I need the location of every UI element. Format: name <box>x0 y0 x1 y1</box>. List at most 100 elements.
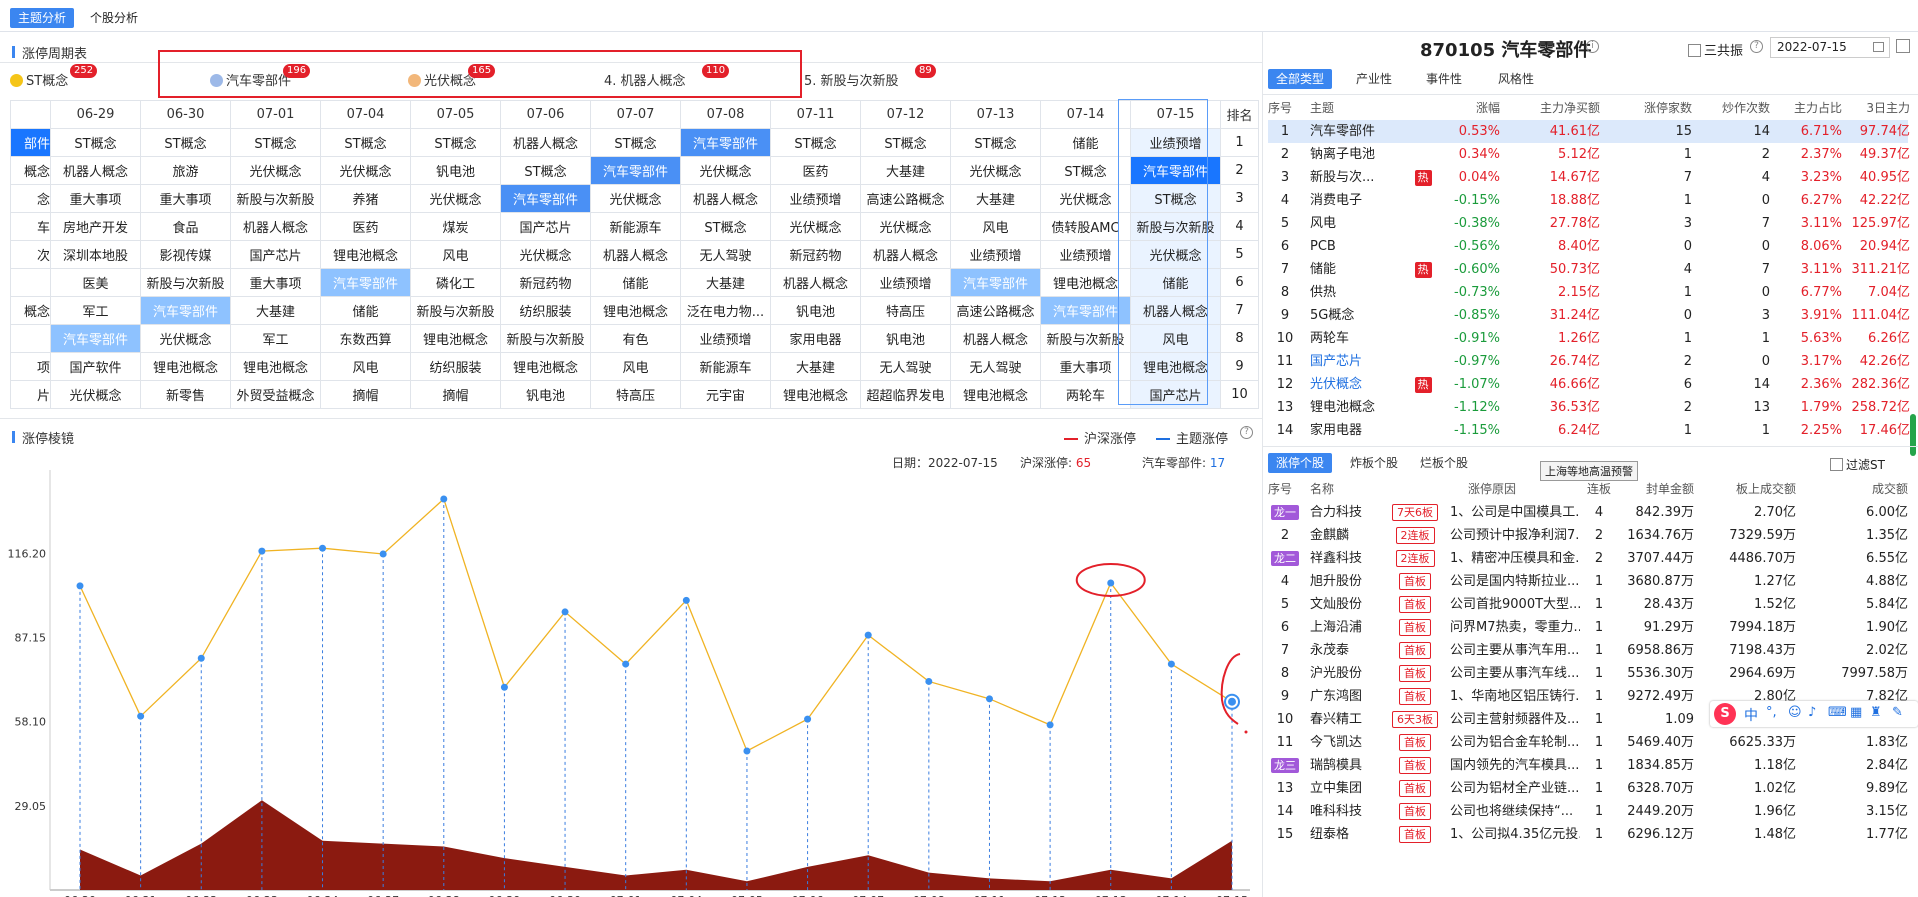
cycle-cell[interactable]: 高速公路概念 <box>950 296 1041 325</box>
data-point[interactable] <box>1046 721 1054 729</box>
cycle-cell[interactable]: 机器人概念 <box>950 324 1041 353</box>
data-point[interactable] <box>1167 660 1175 668</box>
date-header[interactable]: 07-06 <box>500 100 591 129</box>
cycle-cell[interactable]: 有色 <box>590 324 681 353</box>
sogou-s-icon[interactable]: S <box>1714 703 1736 725</box>
checkbox-icon[interactable] <box>1688 44 1701 57</box>
cycle-cell[interactable]: 储能 <box>590 268 681 297</box>
cycle-cell[interactable]: 片 <box>10 380 51 409</box>
cycle-cell[interactable]: 医美 <box>50 268 141 297</box>
stock-type-tab[interactable]: 涨停个股 <box>1268 453 1333 473</box>
cycle-cell[interactable]: 锂电池概念 <box>140 352 231 381</box>
cycle-cell[interactable]: 汽车零部件 <box>500 184 591 213</box>
cycle-cell[interactable]: 业绩预增 <box>770 184 861 213</box>
theme-type-tab[interactable]: 风格性 <box>1490 69 1542 89</box>
theme-type-tab[interactable]: 事件性 <box>1418 69 1470 89</box>
cycle-cell[interactable]: ST概念 <box>500 156 591 185</box>
cycle-cell[interactable]: 光伏概念 <box>50 380 141 409</box>
cycle-cell[interactable]: 煤炭 <box>410 212 501 241</box>
cycle-cell[interactable]: 风电 <box>950 212 1041 241</box>
cycle-cell[interactable]: 磷化工 <box>410 268 501 297</box>
cycle-cell[interactable]: ST概念 <box>50 128 141 157</box>
cycle-cell[interactable]: 机器人概念 <box>50 156 141 185</box>
cycle-cell[interactable]: 储能 <box>1040 128 1131 157</box>
cycle-cell[interactable]: 泛在电力物... <box>680 296 771 325</box>
cycle-cell[interactable]: 光伏概念 <box>140 324 231 353</box>
cycle-cell[interactable]: 家用电器 <box>770 324 861 353</box>
date-header[interactable]: 07-01 <box>230 100 321 129</box>
cycle-cell[interactable]: 国产芯片 <box>230 240 321 269</box>
column-header[interactable]: 名称 <box>1310 478 1380 501</box>
cycle-cell[interactable]: 纺织服装 <box>410 352 501 381</box>
cycle-cell[interactable]: 新股与次新股 <box>500 324 591 353</box>
cycle-cell[interactable]: 新零售 <box>140 380 231 409</box>
cycle-cell[interactable]: 光伏概念 <box>1130 240 1221 269</box>
cycle-cell[interactable]: 锂电池概念 <box>590 296 681 325</box>
cycle-cell[interactable]: ST概念 <box>1040 156 1131 185</box>
cycle-cell[interactable]: ST概念 <box>410 128 501 157</box>
stock-row[interactable]: 7 永茂泰 首板 公司主要从事汽车用... 1 6958.86万 7198.43万 2.02亿 <box>1268 639 1914 662</box>
data-point[interactable] <box>1107 579 1115 587</box>
wrench-icon[interactable]: ✎ <box>1892 705 1903 720</box>
cycle-cell[interactable]: 锂电池概念 <box>950 380 1041 409</box>
cycle-cell[interactable]: 重大事项 <box>230 268 321 297</box>
cycle-cell[interactable]: 光伏概念 <box>1040 184 1131 213</box>
stock-row[interactable]: 14 唯科科技 首板 公司也将继续保持“... 1 2449.20万 1.96亿 3.15亿 <box>1268 800 1914 823</box>
date-header[interactable] <box>10 100 51 129</box>
data-point[interactable] <box>622 660 630 668</box>
theme-row[interactable]: 7 储能热 -0.60% 50.73亿 4 7 3.11% 311.21亿 <box>1268 258 1910 281</box>
legend-theme-limit-up[interactable]: 主题涨停 <box>1156 428 1228 447</box>
data-point[interactable] <box>743 747 751 755</box>
cycle-cell[interactable]: 食品 <box>140 212 231 241</box>
theme-row[interactable]: 10 两轮车 -0.91% 1.26亿 1 1 5.63% 6.26亿 <box>1268 327 1910 350</box>
column-header[interactable]: 连板 <box>1584 478 1614 501</box>
cycle-cell[interactable]: 光伏概念 <box>950 156 1041 185</box>
cycle-cell[interactable]: 元宇宙 <box>680 380 771 409</box>
cycle-cell[interactable]: 深圳本地股 <box>50 240 141 269</box>
cycle-cell[interactable]: 机器人概念 <box>500 128 591 157</box>
column-header[interactable]: 板上成交额 <box>1696 478 1796 501</box>
cycle-cell[interactable]: 光伏概念 <box>500 240 591 269</box>
cycle-cell[interactable]: 机器人概念 <box>590 240 681 269</box>
cycle-cell[interactable]: 机器人概念 <box>1130 296 1221 325</box>
scrollbar-thumb[interactable] <box>1910 414 1916 456</box>
cycle-cell[interactable]: 风电 <box>590 352 681 381</box>
cycle-cell[interactable]: ST概念 <box>590 128 681 157</box>
cycle-cell[interactable]: 业绩预增 <box>860 268 951 297</box>
popout-icon[interactable] <box>1896 39 1910 53</box>
data-point[interactable] <box>561 608 569 616</box>
stock-row[interactable]: 龙二 祥鑫科技 2连板 1、精密冲压模具和金... 2 3707.44万 4486.70万 6… <box>1268 547 1914 570</box>
cycle-cell[interactable]: 储能 <box>1130 268 1221 297</box>
keyboard-icon[interactable]: ⌨ <box>1828 705 1847 720</box>
column-header[interactable]: 主力占比 <box>1768 97 1842 120</box>
cycle-cell[interactable]: 重大事项 <box>140 184 231 213</box>
data-point[interactable] <box>500 683 508 691</box>
cycle-cell[interactable]: ST概念 <box>1130 184 1221 213</box>
stock-row[interactable]: 11 今飞凯达 首板 公司为铝合金车轮制... 1 5469.40万 6625.33万 1.8… <box>1268 731 1914 754</box>
date-header[interactable]: 07-05 <box>410 100 501 129</box>
date-header[interactable]: 07-08 <box>680 100 771 129</box>
punctuation-icon[interactable]: °, <box>1766 705 1777 720</box>
date-picker[interactable]: 2022-07-15 <box>1770 37 1890 58</box>
cycle-cell[interactable]: 光伏概念 <box>230 156 321 185</box>
cycle-cell[interactable]: 光伏概念 <box>590 184 681 213</box>
filter-st-checkbox[interactable]: 过滤ST <box>1830 456 1885 473</box>
cycle-cell[interactable]: 钒电池 <box>500 380 591 409</box>
ime-mode-label[interactable]: 中 <box>1744 705 1758 725</box>
cycle-cell[interactable]: 新冠药物 <box>500 268 591 297</box>
cycle-cell[interactable]: 汽车零部件 <box>1040 296 1131 325</box>
cycle-cell[interactable]: ST概念 <box>860 128 951 157</box>
date-header[interactable]: 07-04 <box>320 100 411 129</box>
date-header[interactable]: 07-14 <box>1040 100 1131 129</box>
date-header[interactable]: 07-15 <box>1130 100 1221 129</box>
column-header[interactable]: 序号 <box>1268 478 1300 501</box>
cycle-cell[interactable]: 国产芯片 <box>1130 380 1221 409</box>
theme-row[interactable]: 12 光伏概念热 -1.07% 46.66亿 6 14 2.36% 282.36亿 <box>1268 373 1910 396</box>
cycle-cell[interactable]: 机器人概念 <box>680 184 771 213</box>
stock-row[interactable]: 5 文灿股份 首板 公司首批9000T大型... 1 28.43万 1.52亿 5.84亿 <box>1268 593 1914 616</box>
stock-row[interactable]: 龙一 合力科技 7天6板 1、公司是中国模具工... 4 842.39万 2.70亿 6.00… <box>1268 501 1914 524</box>
data-point[interactable] <box>804 715 812 723</box>
stock-row[interactable]: 8 沪光股份 首板 公司主要从事汽车线... 1 5536.30万 2964.69万 7997… <box>1268 662 1914 685</box>
cycle-cell[interactable]: 摘帽 <box>320 380 411 409</box>
cycle-cell[interactable]: 超超临界发电 <box>860 380 951 409</box>
